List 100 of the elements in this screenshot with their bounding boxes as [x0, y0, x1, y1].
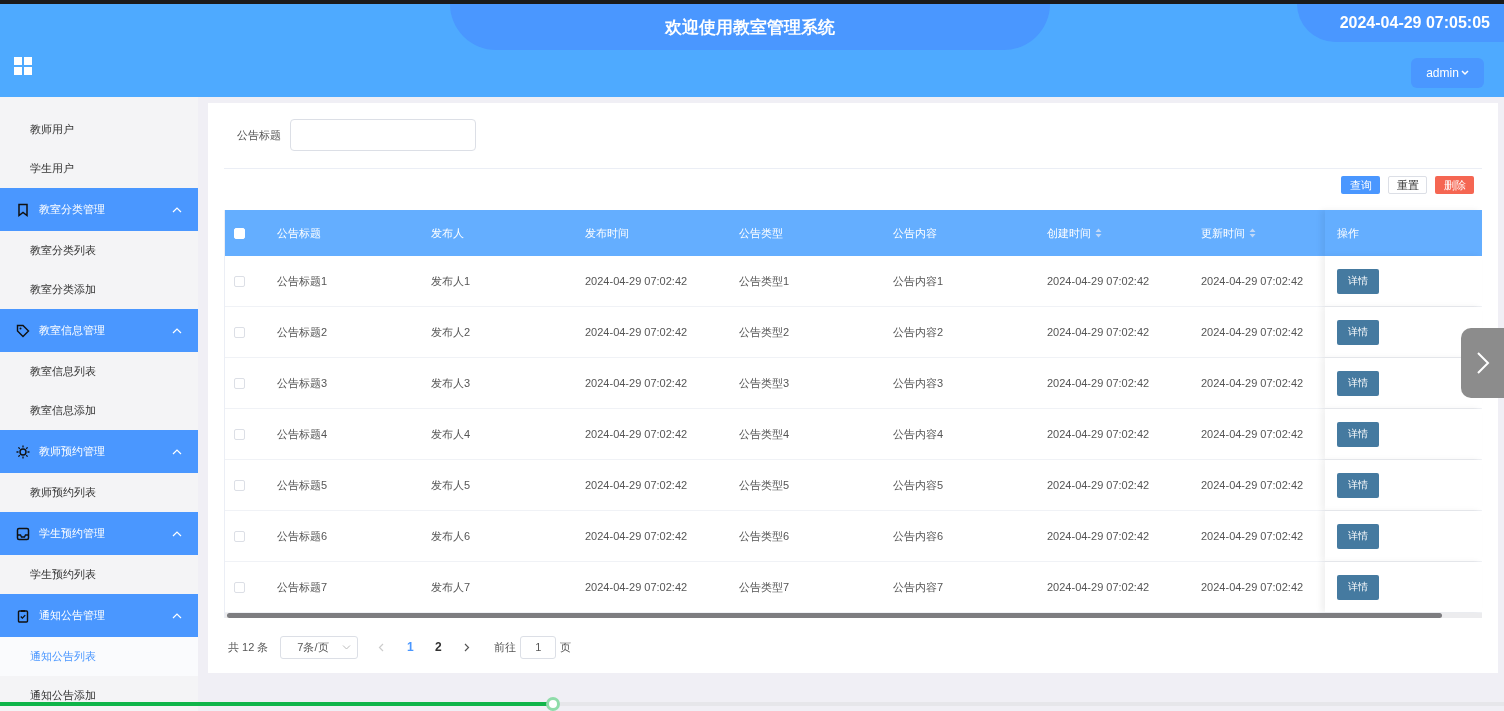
user-menu[interactable]: admin: [1411, 58, 1484, 88]
table-cell: 2024-04-29 07:02:42: [1047, 275, 1150, 287]
table-cell: 发布人7: [431, 580, 471, 593]
detail-button[interactable]: 详情: [1337, 574, 1379, 600]
column-header: 发布时间: [585, 225, 629, 241]
select-all-checkbox[interactable]: [234, 227, 245, 239]
table-cell: 2024-04-29 07:02:42: [1047, 377, 1150, 389]
detail-button[interactable]: 详情: [1337, 472, 1379, 498]
table-cell: 2024-04-29 07:02:42: [1047, 530, 1150, 542]
table-cell: 2024-04-29 07:02:42: [1201, 581, 1304, 593]
row-checkbox[interactable]: [234, 275, 245, 287]
table-cell: 2024-04-29 07:02:42: [1047, 428, 1150, 440]
detail-button[interactable]: 详情: [1337, 370, 1379, 396]
column-header: 公告类型: [739, 225, 783, 241]
table-cell: 公告标题1: [277, 274, 328, 287]
row-checkbox[interactable]: [234, 326, 245, 338]
column-header[interactable]: 创建时间: [1047, 225, 1091, 241]
table-cell: 2024-04-29 07:02:42: [1201, 377, 1304, 389]
table-cell: 2024-04-29 07:02:42: [1047, 479, 1150, 491]
table-cell: 2024-04-29 07:02:42: [585, 326, 688, 338]
detail-button[interactable]: 详情: [1337, 421, 1379, 447]
table-cell: 发布人6: [431, 529, 471, 542]
progress-handle[interactable]: [546, 697, 561, 711]
sidebar-item[interactable]: 学生用户: [0, 149, 198, 188]
page-size-select[interactable]: 7条/页: [280, 635, 359, 659]
table-cell: 公告标题2: [277, 325, 328, 338]
search-field[interactable]: [290, 119, 476, 151]
table-cell: 公告类型2: [739, 325, 790, 338]
row-checkbox[interactable]: [234, 530, 245, 542]
sidebar-item[interactable]: 教室分类列表: [0, 231, 198, 270]
reset-button[interactable]: 重置: [1388, 176, 1427, 194]
next-page-icon[interactable]: [464, 642, 471, 652]
table-cell: 公告类型5: [739, 478, 790, 491]
sun-icon: [16, 444, 30, 459]
clock: 2024-04-29 07:05:05: [1297, 4, 1504, 42]
table-cell: 公告类型1: [739, 274, 790, 287]
table-cell: 发布人2: [431, 325, 471, 338]
page-input[interactable]: 1: [520, 635, 557, 659]
sidebar-item[interactable]: 教室信息添加: [0, 391, 198, 430]
sort-icon[interactable]: [1249, 228, 1256, 238]
row-checkbox[interactable]: [234, 479, 245, 491]
table-cell: 2024-04-29 07:02:42: [585, 428, 688, 440]
page-suffix: 页: [560, 639, 572, 655]
table-cell: 公告类型7: [739, 580, 790, 593]
sidebar-item[interactable]: 通知公告添加: [0, 676, 198, 711]
table-cell: 发布人5: [431, 478, 471, 491]
field-label: 公告标题: [237, 127, 281, 143]
clipboard-check-icon: [16, 608, 30, 623]
column-header: 发布人: [431, 225, 464, 241]
goto-label: 前往: [494, 639, 517, 655]
column-header: 操作: [1337, 225, 1359, 241]
sidebar-item[interactable]: 通知公告列表: [0, 637, 198, 676]
column-header[interactable]: 更新时间: [1201, 225, 1245, 241]
sort-icon[interactable]: [1095, 228, 1102, 238]
sidebar-group[interactable]: 教师预约管理: [0, 430, 198, 473]
sidebar-group[interactable]: 教室信息管理: [0, 309, 198, 352]
table-cell: 2024-04-29 07:02:42: [1201, 428, 1304, 440]
detail-button[interactable]: 详情: [1337, 523, 1379, 549]
page-number[interactable]: 1: [396, 640, 425, 654]
detail-button[interactable]: 详情: [1337, 319, 1379, 345]
table-cell: 公告标题6: [277, 529, 328, 542]
table-cell: 2024-04-29 07:02:42: [1047, 581, 1150, 593]
scrollbar[interactable]: [225, 613, 1482, 618]
detail-button[interactable]: 详情: [1337, 268, 1379, 294]
table-cell: 公告内容5: [893, 478, 944, 491]
table-cell: 公告类型4: [739, 427, 790, 440]
sidebar-item[interactable]: 教师预约列表: [0, 473, 198, 512]
table-cell: 公告标题5: [277, 478, 328, 491]
table-cell: 公告标题3: [277, 376, 328, 389]
row-checkbox[interactable]: [234, 428, 245, 440]
sidebar-group[interactable]: 教室分类管理: [0, 188, 198, 231]
menu-icon[interactable]: [14, 57, 32, 75]
caret-icon: [1460, 70, 1469, 76]
chevron-right-icon: [1475, 351, 1490, 375]
sidebar-item[interactable]: 学生预约列表: [0, 555, 198, 594]
table-cell: 公告内容6: [893, 529, 944, 542]
page-number[interactable]: 2: [424, 640, 453, 654]
query-button[interactable]: 查询: [1341, 176, 1380, 194]
table-cell: 发布人4: [431, 427, 471, 440]
next-slide-button[interactable]: [1461, 328, 1504, 398]
row-checkbox[interactable]: [234, 377, 245, 389]
sidebar-item[interactable]: 教师用户: [0, 110, 198, 149]
sidebar-item[interactable]: 教室信息列表: [0, 352, 198, 391]
table-cell: 2024-04-29 07:02:42: [1201, 530, 1304, 542]
bookmark-icon: [16, 202, 30, 217]
row-checkbox[interactable]: [234, 581, 245, 593]
sidebar-item[interactable]: 教室分类添加: [0, 270, 198, 309]
delete-button[interactable]: 删除: [1435, 176, 1474, 194]
prev-page-icon[interactable]: [378, 642, 385, 652]
tag-icon: [16, 323, 30, 338]
table-cell: 公告内容2: [893, 325, 944, 338]
table-cell: 公告内容3: [893, 376, 944, 389]
table-cell: 公告标题4: [277, 427, 328, 440]
sidebar-group[interactable]: 学生预约管理: [0, 512, 198, 555]
table-cell: 2024-04-29 07:02:42: [1201, 275, 1304, 287]
table-cell: 发布人3: [431, 376, 471, 389]
total-count: 共 12 条: [228, 639, 269, 655]
column-header: 公告内容: [893, 225, 937, 241]
sidebar-group[interactable]: 通知公告管理: [0, 594, 198, 637]
table-cell: 公告类型3: [739, 376, 790, 389]
